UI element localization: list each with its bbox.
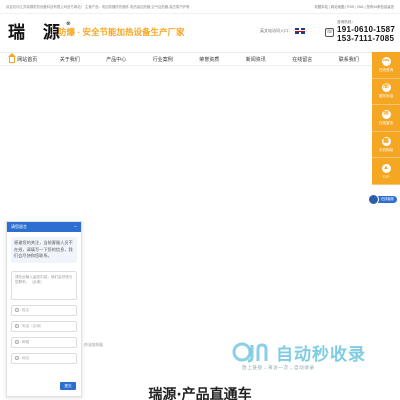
site-header: 瑞 源® 防爆 · 安全节能加热设备生产厂家 英文站访问入口： ☏ 咨询热线： …	[0, 14, 400, 52]
watermark: 自动秒收录 放上链接→来访一次→自动收录	[232, 337, 392, 377]
watermark-subtitle: 放上链接→来访一次→自动收录	[242, 365, 315, 370]
dialog-header: 请您留言 −	[7, 222, 81, 232]
hotline-number-1: 191-0610-1587	[337, 25, 396, 34]
rail-back-to-top[interactable]: ▲ TOP	[372, 158, 400, 185]
section-title: 瑞源·产品直通车	[148, 387, 252, 400]
user-icon	[15, 308, 19, 312]
message-dialog: 请您留言 − 感谢您的关注，当前客服人员不在线，请填写一下您的信息，我们会尽快和…	[6, 221, 82, 397]
home-icon	[8, 53, 17, 63]
dialog-title: 请您留言	[11, 224, 27, 229]
site-slogan: 防爆 · 安全节能加热设备生产厂家	[58, 27, 185, 37]
nav-item-message[interactable]: 在线留言	[279, 53, 326, 65]
watermark-logo-icon	[232, 342, 268, 363]
top-info-bar: 欢迎访问江苏瑞源防热设备科技有限公司官方网站！ 主营产品：电加热器防热器件,电热…	[0, 0, 400, 14]
address-field[interactable]: 地址	[11, 352, 77, 364]
hotline-number-2: 153-7111-7085	[337, 34, 395, 43]
uk-flag-icon[interactable]	[295, 28, 305, 34]
hotline-block: ☏ 咨询热线： 191-0610-1587 153-7111-7085	[325, 20, 396, 43]
nav-item-home[interactable]: 网站首页	[0, 53, 47, 65]
nav-item-cases[interactable]: 行业案例	[140, 53, 187, 65]
english-site-link[interactable]: 英文站访问入口：	[260, 28, 305, 34]
page: 欢迎访问江苏瑞源防热设备科技有限公司官方网站！ 主营产品：电加热器防热器件,电热…	[0, 0, 400, 400]
rail-online-consult[interactable]: ••• 在线咨询	[372, 52, 400, 79]
name-field[interactable]: 姓名	[11, 304, 77, 316]
message-textarea[interactable]: 请在此输入留言内容，我们会尽快与您联系。（必填）	[11, 270, 77, 300]
location-icon	[15, 356, 19, 360]
arrow-up-icon: ▲	[381, 163, 391, 173]
mail-icon	[15, 340, 19, 344]
online-service-widget[interactable]: 在线客服	[368, 191, 400, 207]
background-product-text: 热油加热器	[84, 343, 103, 347]
offline-notice: 感谢您的关注，当前客服人员不在线，请填写一下您的信息，我们会尽快和您联系。	[11, 237, 77, 263]
nav-item-honors[interactable]: 荣誉资质	[186, 53, 233, 65]
message-icon: ✉	[381, 109, 391, 119]
avatar	[368, 193, 379, 205]
side-toolbar: ••• 在线咨询 ☏ 服务电话 ✉ 在线留言 ▦ 手机网站 ▲ TOP	[372, 52, 400, 185]
minimize-icon[interactable]: −	[74, 224, 77, 230]
email-field[interactable]: 邮箱	[11, 336, 77, 348]
phone-field[interactable]: 电话（必填）	[11, 320, 77, 332]
nav-item-contact[interactable]: 联系我们	[326, 53, 373, 65]
nav-item-news[interactable]: 新闻资讯	[233, 53, 280, 65]
main-nav: 网站首页 关于我们 产品中心 行业案例 荣誉资质 新闻资讯 在线留言 联系我们	[0, 52, 372, 66]
rail-mobile-site[interactable]: ▦ 手机网站	[372, 132, 400, 159]
welcome-text: 欢迎访问江苏瑞源防热设备科技有限公司官方网站！ 主营产品：电加热器防热器件,电热…	[6, 5, 190, 9]
online-service-label: 在线客服	[376, 195, 397, 203]
rail-service-phone[interactable]: ☏ 服务电话	[372, 79, 400, 106]
chat-icon: •••	[381, 56, 391, 66]
phone-icon: ☏	[381, 83, 391, 93]
nav-item-about[interactable]: 关于我们	[47, 53, 94, 65]
phone-icon: ☏	[325, 28, 334, 37]
rail-online-message[interactable]: ✉ 在线留言	[372, 105, 400, 132]
top-links[interactable]: 收藏本站 | 网站地图 | RSS | XML | 您有34条信息留言	[314, 4, 394, 9]
nav-item-products[interactable]: 产品中心	[93, 53, 140, 65]
watermark-title: 自动秒收录	[276, 345, 366, 364]
qr-icon: ▦	[381, 136, 391, 146]
phone-icon	[15, 324, 19, 328]
logo-divider	[52, 24, 53, 40]
english-site-label: 英文站访问入口：	[260, 28, 292, 33]
